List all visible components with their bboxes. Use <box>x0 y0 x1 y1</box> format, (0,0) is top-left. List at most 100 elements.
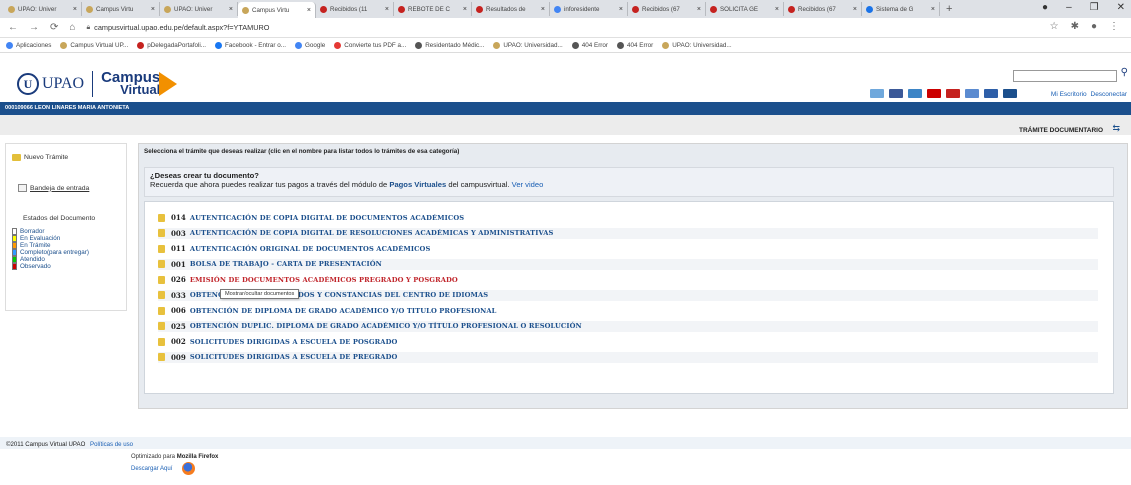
firefox-icon[interactable] <box>182 462 195 475</box>
star-icon[interactable]: ☆ <box>1050 21 1059 32</box>
pagos-virtuales-link[interactable]: Pagos Virtuales <box>389 180 446 189</box>
bookmark-label: UPAO: Universidad... <box>672 41 732 49</box>
politicas-link[interactable]: Políticas de uso <box>90 441 133 448</box>
category-name-link[interactable]: SOLICITUDES DIRIGIDAS A ESCUELA DE PREGR… <box>190 353 398 361</box>
category-row[interactable]: 006 OBTENCIÓN DE DIPLOMA DE GRADO ACADÉMI… <box>158 305 1098 316</box>
gmail-icon[interactable] <box>946 89 960 98</box>
descargar-link[interactable]: Descargar Aquí <box>131 466 172 472</box>
linkedin-icon[interactable] <box>1003 89 1017 98</box>
category-row[interactable]: 009 SOLICITUDES DIRIGIDAS A ESCUELA DE PR… <box>158 351 1098 363</box>
browser-tab[interactable]: inforesidente × <box>550 2 628 16</box>
tab-close-icon[interactable]: × <box>463 6 467 13</box>
nuevo-tramite-link[interactable]: Nuevo Trámite <box>12 154 68 161</box>
new-tab-icon[interactable]: + <box>946 3 952 15</box>
bandeja-entrada-link[interactable]: Bandeja de entrada <box>18 184 89 192</box>
inbox-icon <box>18 184 27 192</box>
ver-video-link[interactable]: Ver video <box>512 180 544 189</box>
tab-title: Resultados de <box>486 5 526 13</box>
browser-tab[interactable]: SOLICITA GE × <box>706 2 784 16</box>
category-row[interactable]: 003 AUTENTICACIÓN DE COPIA DIGITAL DE RES… <box>158 227 1098 239</box>
tab-close-icon[interactable]: × <box>853 6 857 13</box>
bookmark-item[interactable]: Aplicaciones <box>6 41 51 49</box>
translate-icon[interactable] <box>984 89 998 98</box>
logo-campus-text: Campus Virtual <box>101 70 160 96</box>
menu-icon[interactable]: ⋮ <box>1109 21 1119 32</box>
profile-icon[interactable]: ● <box>1042 2 1048 13</box>
minimize-icon[interactable]: – <box>1066 2 1072 13</box>
category-row[interactable]: 011 AUTENTICACIÓN ORIGINAL DE DOCUMENTOS … <box>158 243 1098 254</box>
bookmark-icon <box>294 41 302 49</box>
browser-tab[interactable]: UPAO: Univer × <box>160 2 238 16</box>
section-title: TRÁMITE DOCUMENTARIO <box>1018 127 1103 134</box>
browser-tab[interactable]: UPAO: Univer × <box>4 2 82 16</box>
tab-close-icon[interactable]: × <box>151 6 155 13</box>
category-row[interactable]: 002 SOLICITUDES DIRIGIDAS A ESCUELA DE PO… <box>158 336 1098 347</box>
bookmark-item[interactable]: Campus Virtual UP... <box>60 41 128 49</box>
back-icon[interactable]: ← <box>8 22 18 33</box>
estado-item: Observado <box>12 263 89 270</box>
optimized-text: Optimizado para Mozilla Firefox <box>131 454 218 460</box>
upao-campus-logo[interactable]: U UPAO Campus Virtual <box>17 70 178 97</box>
browser-tab[interactable]: Recibidos (67 × <box>628 2 706 16</box>
bookmark-icon <box>6 41 13 49</box>
category-name-link[interactable]: EMISIÓN DE DOCUMENTOS ACADÉMICOS PREGRAD… <box>190 276 458 284</box>
tab-close-icon[interactable]: × <box>775 6 779 13</box>
bookmark-item[interactable]: pDelegadaPortafoli... <box>137 41 206 49</box>
mi-escritorio-link[interactable]: Mi Escritorio <box>1051 91 1087 98</box>
forward-icon[interactable]: → <box>29 22 39 33</box>
bookmark-item[interactable]: Google <box>294 41 325 49</box>
tab-close-icon[interactable]: × <box>385 6 389 13</box>
browser-tab[interactable]: Recibidos (67 × <box>784 2 862 16</box>
maximize-icon[interactable]: ❐ <box>1090 2 1099 13</box>
home-icon[interactable]: ⌂ <box>69 22 75 33</box>
bookmark-item[interactable]: Convierte tus PDF a... <box>334 41 406 49</box>
bookmark-item[interactable]: Residentado Médic... <box>415 41 484 49</box>
browser-tab[interactable]: REBOTE DE C × <box>394 2 472 16</box>
close-window-icon[interactable]: ✕ <box>1117 2 1125 13</box>
category-name-link[interactable]: SOLICITUDES DIRIGIDAS A ESCUELA DE POSGR… <box>190 338 398 346</box>
desconectar-link[interactable]: Desconectar <box>1091 91 1128 98</box>
category-row[interactable]: 014 AUTENTICACIÓN DE COPIA DIGITAL DE DOC… <box>158 212 1098 223</box>
browser-tab[interactable]: Recibidos (11 × <box>316 2 394 16</box>
extensions-icon[interactable]: ✱ <box>1071 21 1079 32</box>
library-icon[interactable] <box>965 89 979 98</box>
blog-icon[interactable] <box>908 89 922 98</box>
browser-tab[interactable]: Campus Virtu × <box>238 2 316 18</box>
site-search-input[interactable] <box>1013 70 1117 82</box>
category-name-link[interactable]: OBTENCIÓN DE DIPLOMA DE GRADO ACADÉMICO … <box>190 307 497 315</box>
bookmark-icon <box>334 41 342 49</box>
tab-close-icon[interactable]: × <box>541 6 545 13</box>
bookmark-item[interactable]: 404 Error <box>571 41 608 49</box>
browser-tab[interactable]: Sistema de G × <box>862 2 940 16</box>
youtube-icon[interactable] <box>927 89 941 98</box>
category-row[interactable]: 026 EMISIÓN DE DOCUMENTOS ACADÉMICOS PREG… <box>158 274 1098 285</box>
category-row[interactable]: 001 BOLSA DE TRABAJO - CARTA DE PRESENTAC… <box>158 258 1098 270</box>
browser-tab[interactable]: Resultados de × <box>472 2 550 16</box>
url-field[interactable]: campusvirtual.upao.edu.pe/default.aspx?f… <box>94 23 269 32</box>
bookmark-item[interactable]: UPAO: Universidad... <box>493 41 563 49</box>
search-icon[interactable]: ⚲ <box>1121 67 1128 78</box>
bookmark-item[interactable]: Facebook - Entrar o... <box>215 41 286 49</box>
profile-avatar-icon[interactable]: ● <box>1091 21 1097 32</box>
reload-icon[interactable]: ⟳ <box>50 22 58 33</box>
category-row[interactable]: 025 OBTENCIÓN DUPLIC. DIPLOMA DE GRADO AC… <box>158 320 1098 332</box>
estado-swatch <box>12 228 17 235</box>
facebook-icon[interactable] <box>889 89 903 98</box>
bookmark-item[interactable]: UPAO: Universidad... <box>662 41 732 49</box>
share-icon[interactable] <box>870 89 884 98</box>
category-name-link[interactable]: OBTENCIÓN DUPLIC. DIPLOMA DE GRADO ACADÉ… <box>190 322 582 330</box>
browser-tab[interactable]: Campus Virtu × <box>82 2 160 16</box>
tab-close-icon[interactable]: × <box>619 6 623 13</box>
category-name-link[interactable]: AUTENTICACIÓN ORIGINAL DE DOCUMENTOS ACA… <box>190 245 431 253</box>
category-name-link[interactable]: AUTENTICACIÓN DE COPIA DIGITAL DE RESOLU… <box>190 229 554 237</box>
tab-close-icon[interactable]: × <box>697 6 701 13</box>
tab-close-icon[interactable]: × <box>307 7 311 14</box>
bookmark-item[interactable]: 404 Error <box>617 41 653 49</box>
tab-close-icon[interactable]: × <box>229 6 233 13</box>
estado-swatch <box>12 235 17 242</box>
tab-close-icon[interactable]: × <box>73 6 77 13</box>
tab-close-icon[interactable]: × <box>931 6 935 13</box>
site-links: Mi Escritorio Desconectar <box>1049 91 1127 98</box>
category-name-link[interactable]: AUTENTICACIÓN DE COPIA DIGITAL DE DOCUME… <box>190 214 464 222</box>
category-name-link[interactable]: BOLSA DE TRABAJO - CARTA DE PRESENTACIÓN <box>190 260 382 268</box>
